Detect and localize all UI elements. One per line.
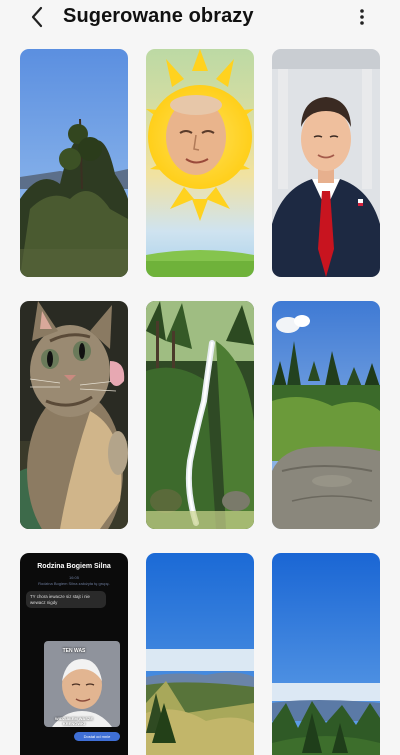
- mountain-sky-image-2: [272, 553, 380, 755]
- back-button[interactable]: [26, 6, 48, 28]
- tile-tree-landscape[interactable]: [20, 49, 128, 277]
- tile-portrait-man[interactable]: [272, 49, 380, 277]
- tile-cat[interactable]: [20, 301, 128, 529]
- more-vertical-icon: [360, 9, 364, 25]
- top-app-bar: Sugerowane obrazy: [0, 0, 400, 38]
- tree-landscape-image: [20, 49, 128, 277]
- tile-chat-screenshot[interactable]: Rodzina Bogiem Silna 16:05 Rodzina Bogie…: [20, 553, 128, 755]
- mountain-sky-image-1: [146, 553, 254, 755]
- page-title: Sugerowane obrazy: [63, 5, 254, 27]
- tile-mountain-sky-2[interactable]: [272, 553, 380, 755]
- cat-image: [20, 301, 128, 529]
- suggested-images-screen: Sugerowane obrazy Rodzina Bogiem Silna 1…: [0, 0, 400, 755]
- chat-reply-bubble: Dostał od mnie: [74, 732, 120, 741]
- sun-face-image: [146, 49, 254, 277]
- chat-meta-line: 16:05: [68, 575, 79, 580]
- chat-group-title: Rodzina Bogiem Silna: [37, 563, 111, 570]
- more-options-button[interactable]: [352, 6, 372, 28]
- rock-forest-image: [272, 301, 380, 529]
- portrait-man-image: [272, 49, 380, 277]
- meme-top-text: TEN WAS: [62, 648, 86, 654]
- waterfall-image: [146, 301, 254, 529]
- tile-waterfall[interactable]: [146, 301, 254, 529]
- chevron-left-icon: [31, 6, 43, 28]
- tile-mountain-sky-1[interactable]: [146, 553, 254, 755]
- tile-sun-face[interactable]: [146, 49, 254, 277]
- meme-bottom-text: WIDZIAŁEM WASZE KRENÓWKI: [55, 716, 93, 726]
- chat-info-line: Rodzina Bogiem Silna założyła tę grupę.: [38, 581, 110, 586]
- tile-rock-forest[interactable]: [272, 301, 380, 529]
- chat-message-bubble: TY chora iewacze siz stajt i nie wewacz …: [26, 591, 106, 608]
